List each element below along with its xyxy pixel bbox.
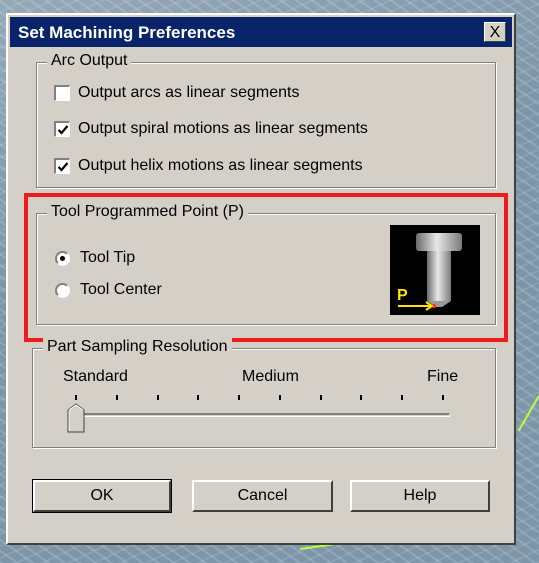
checkbox-box[interactable] [54, 121, 70, 137]
ok-button[interactable]: OK [32, 479, 172, 513]
close-button[interactable]: X [484, 22, 506, 42]
checkbox-output-helix[interactable]: Output helix motions as linear segments [54, 157, 363, 175]
checkbox-label: Output helix motions as linear segments [78, 157, 363, 174]
checkmark-icon [57, 162, 69, 172]
slider-tick [115, 395, 118, 400]
ok-button-label: OK [90, 487, 114, 504]
slider-tick [238, 395, 241, 400]
dialog-title: Set Machining Preferences [18, 23, 236, 42]
close-icon: X [489, 24, 501, 41]
resolution-slider-track[interactable] [72, 413, 450, 417]
slider-tick [442, 395, 444, 400]
cancel-button[interactable]: Cancel [192, 480, 333, 512]
slider-label-fine: Fine [427, 368, 459, 385]
slider-tick [360, 395, 363, 400]
part-sampling-resolution-group: Part Sampling Resolution [32, 338, 496, 448]
title-bar[interactable]: Set Machining Preferences X [10, 17, 512, 47]
slider-tick [401, 395, 404, 400]
help-button[interactable]: Help [350, 480, 490, 512]
checkbox-box[interactable] [54, 85, 70, 101]
slider-tick [319, 395, 322, 400]
help-button-label: Help [403, 487, 437, 504]
cancel-button-label: Cancel [237, 487, 288, 504]
checkbox-output-arcs[interactable]: Output arcs as linear segments [54, 84, 299, 102]
arc-output-legend: Arc Output [47, 52, 132, 70]
red-highlight-box [24, 193, 508, 342]
resolution-slider-thumb[interactable] [67, 403, 85, 438]
slider-label-standard: Standard [63, 368, 128, 385]
slider-label-medium: Medium [242, 368, 299, 385]
slider-tick [197, 395, 200, 400]
checkbox-label: Output arcs as linear segments [78, 84, 300, 101]
slider-tick [278, 395, 281, 400]
checkbox-label: Output spiral motions as linear segments [78, 120, 368, 137]
slider-tick [75, 395, 77, 400]
sampling-legend: Part Sampling Resolution [43, 338, 232, 356]
checkmark-icon [57, 125, 69, 135]
checkbox-box[interactable] [54, 158, 70, 174]
slider-tick [156, 395, 159, 400]
checkbox-output-spiral[interactable]: Output spiral motions as linear segments [54, 120, 368, 138]
